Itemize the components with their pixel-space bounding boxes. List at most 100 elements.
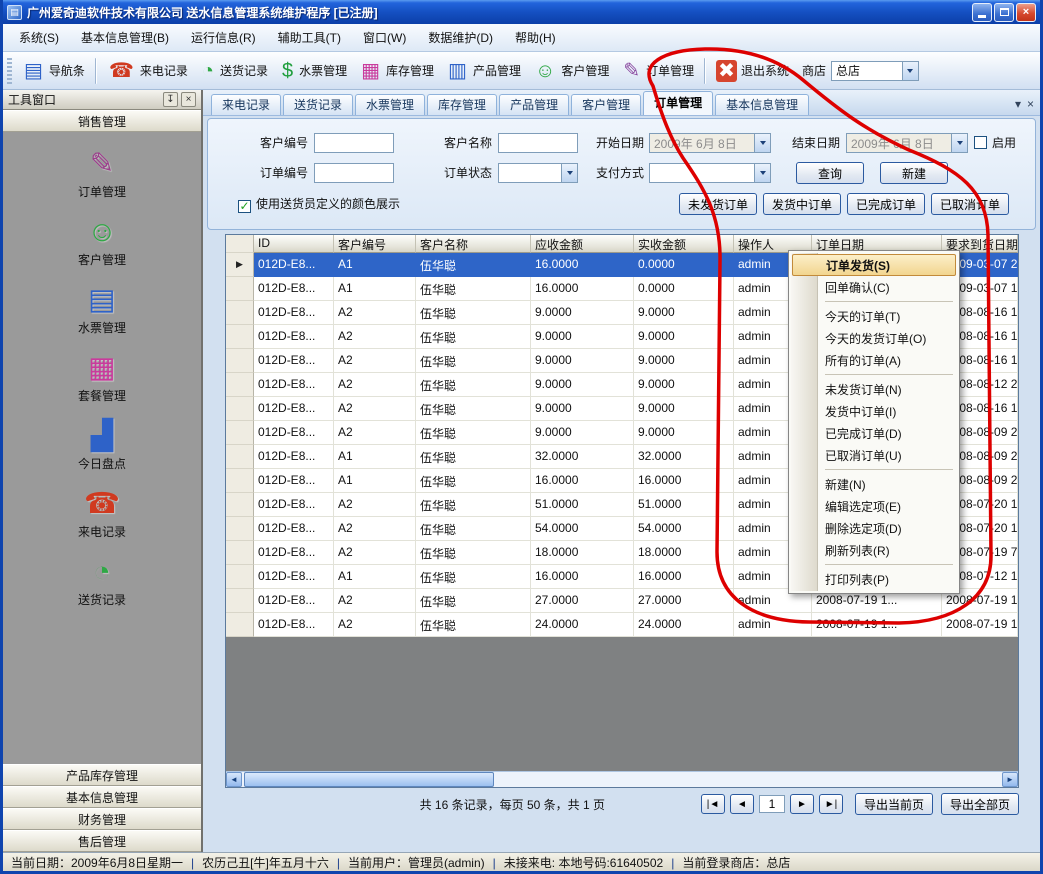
tab-close-icon[interactable]: × xyxy=(1027,97,1034,111)
next-page-button[interactable]: ► xyxy=(790,794,814,814)
status-filter-button[interactable]: 已完成订单 xyxy=(847,193,925,215)
page-number-input[interactable] xyxy=(759,795,785,813)
sidebar-group-bar[interactable]: 财务管理 xyxy=(3,808,201,830)
context-menu-item[interactable]: 未发货订单(N) xyxy=(791,378,957,400)
prev-page-button[interactable]: ◄ xyxy=(730,794,754,814)
menubar-item[interactable]: 帮助(H) xyxy=(505,25,566,50)
toolbar-button[interactable]: ▥ 产品管理 xyxy=(441,58,526,84)
context-menu-item[interactable]: 删除选定项(D) xyxy=(791,517,957,539)
context-menu-item[interactable] xyxy=(791,561,957,568)
context-menu-item[interactable] xyxy=(791,298,957,305)
horizontal-scrollbar[interactable]: ◄ ► xyxy=(226,771,1018,787)
toolbar-grip[interactable] xyxy=(7,58,12,84)
order-status-select[interactable] xyxy=(498,163,578,183)
new-button[interactable]: 新建 xyxy=(880,162,948,184)
close-button[interactable]: × xyxy=(1016,3,1036,22)
customer-name-input[interactable] xyxy=(498,133,578,153)
sidebar-tool-item[interactable]: ☎ 来电记录 xyxy=(3,488,201,540)
context-menu-item[interactable]: 订单发货(S) xyxy=(792,254,956,276)
context-menu-item[interactable] xyxy=(791,466,957,473)
context-menu-item[interactable]: 回单确认(C) xyxy=(791,276,957,298)
tool-window-close-button[interactable]: × xyxy=(181,92,196,107)
scroll-left-icon[interactable]: ◄ xyxy=(226,772,242,787)
start-date-picker[interactable]: 2009年 6月 8日 xyxy=(649,133,771,153)
store-select[interactable]: 总店 xyxy=(831,61,919,81)
export-current-page-button[interactable]: 导出当前页 xyxy=(855,793,933,815)
end-date-picker[interactable]: 2009年 6月 8日 xyxy=(846,133,968,153)
sidebar-tool-item[interactable]: ✎ 订单管理 xyxy=(3,148,201,200)
toolbar-button[interactable]: ◔ 送货记录 xyxy=(195,58,273,84)
tab[interactable]: 产品管理 xyxy=(499,94,569,115)
maximize-button[interactable] xyxy=(994,3,1014,22)
toolbar-button[interactable]: ✖ 退出系统 xyxy=(711,58,794,84)
tab[interactable]: 订单管理 xyxy=(643,91,713,115)
scrollbar-track[interactable] xyxy=(494,772,1002,787)
context-menu-item[interactable]: 已取消订单(U) xyxy=(791,444,957,466)
menubar-item[interactable]: 窗口(W) xyxy=(353,25,416,50)
first-page-button[interactable]: |◄ xyxy=(701,794,725,814)
toolbar-button[interactable]: ▤ 导航条 xyxy=(17,58,90,84)
context-menu-item[interactable]: 刷新列表(R) xyxy=(791,539,957,561)
sidebar-group-bar[interactable]: 售后管理 xyxy=(3,830,201,852)
context-menu-item[interactable]: 发货中订单(I) xyxy=(791,400,957,422)
sidebar-tool-item[interactable]: ☺ 客户管理 xyxy=(3,216,201,268)
sidebar-tool-item[interactable]: ◔ 送货记录 xyxy=(3,556,201,608)
grid-column-header[interactable]: 应收金额 xyxy=(531,235,634,253)
tab[interactable]: 水票管理 xyxy=(355,94,425,115)
scroll-right-icon[interactable]: ► xyxy=(1002,772,1018,787)
sidebar-tool-item[interactable]: ▦ 套餐管理 xyxy=(3,352,201,404)
customer-no-input[interactable] xyxy=(314,133,394,153)
pin-button[interactable]: ↧ xyxy=(163,92,178,107)
order-no-input[interactable] xyxy=(314,163,394,183)
toolbar-button[interactable]: ▦ 库存管理 xyxy=(354,58,439,84)
context-menu-item[interactable]: 新建(N) xyxy=(791,473,957,495)
toolbar-button[interactable] xyxy=(95,58,97,84)
pay-method-dropdown[interactable] xyxy=(754,164,770,182)
toolbar-button[interactable]: ☺ 客户管理 xyxy=(528,58,614,84)
tab-overflow-icon[interactable]: ▾ xyxy=(1015,97,1021,111)
status-filter-button[interactable]: 发货中订单 xyxy=(763,193,841,215)
table-row[interactable]: 012D-E8... A2 伍华聪 24.0000 24.0000 admin … xyxy=(226,613,1018,637)
sidebar-tool-item[interactable]: ▟ 今日盘点 xyxy=(3,420,201,472)
tab[interactable]: 库存管理 xyxy=(427,94,497,115)
grid-column-header[interactable]: 客户编号 xyxy=(334,235,416,253)
tab[interactable]: 客户管理 xyxy=(571,94,641,115)
menubar-item[interactable]: 系统(S) xyxy=(9,25,69,50)
query-button[interactable]: 查询 xyxy=(796,162,864,184)
context-menu-item[interactable]: 打印列表(P) xyxy=(791,568,957,590)
tab[interactable]: 基本信息管理 xyxy=(715,94,809,115)
context-menu-item[interactable]: 已完成订单(D) xyxy=(791,422,957,444)
export-all-pages-button[interactable]: 导出全部页 xyxy=(941,793,1019,815)
pay-method-select[interactable] xyxy=(649,163,771,183)
sidebar-group-bar[interactable]: 基本信息管理 xyxy=(3,786,201,808)
scrollbar-thumb[interactable] xyxy=(244,772,494,787)
grid-column-header[interactable]: ID xyxy=(254,235,334,253)
context-menu-item[interactable] xyxy=(791,371,957,378)
grid-column-header[interactable]: 客户名称 xyxy=(416,235,531,253)
status-filter-button[interactable]: 已取消订单 xyxy=(931,193,1009,215)
order-status-dropdown[interactable] xyxy=(561,164,577,182)
tab[interactable]: 送货记录 xyxy=(283,94,353,115)
toolbar-button[interactable]: ☎ 来电记录 xyxy=(102,58,193,84)
sidebar-tool-item[interactable]: ▤ 水票管理 xyxy=(3,284,201,336)
context-menu-item[interactable]: 今天的发货订单(O) xyxy=(791,327,957,349)
menubar-item[interactable]: 运行信息(R) xyxy=(181,25,266,50)
store-dropdown-button[interactable] xyxy=(902,62,918,80)
menubar-item[interactable]: 基本信息管理(B) xyxy=(71,25,179,50)
context-menu-item[interactable]: 所有的订单(A) xyxy=(791,349,957,371)
context-menu-item[interactable]: 今天的订单(T) xyxy=(791,305,957,327)
end-date-dropdown[interactable] xyxy=(951,134,967,152)
enable-checkbox[interactable] xyxy=(974,136,987,149)
color-display-checkbox[interactable] xyxy=(238,200,251,213)
menubar-item[interactable]: 辅助工具(T) xyxy=(268,25,351,50)
menubar-item[interactable]: 数据维护(D) xyxy=(418,25,503,50)
toolbar-button[interactable] xyxy=(704,58,706,84)
toolbar-button[interactable]: ✎ 订单管理 xyxy=(616,58,699,84)
toolbar-button[interactable]: $ 水票管理 xyxy=(275,58,352,84)
last-page-button[interactable]: ►| xyxy=(819,794,843,814)
context-menu-item[interactable]: 编辑选定项(E) xyxy=(791,495,957,517)
minimize-button[interactable] xyxy=(972,3,992,22)
start-date-dropdown[interactable] xyxy=(754,134,770,152)
sidebar-group-sales[interactable]: 销售管理 xyxy=(3,110,201,132)
grid-column-header[interactable]: 实收金额 xyxy=(634,235,734,253)
